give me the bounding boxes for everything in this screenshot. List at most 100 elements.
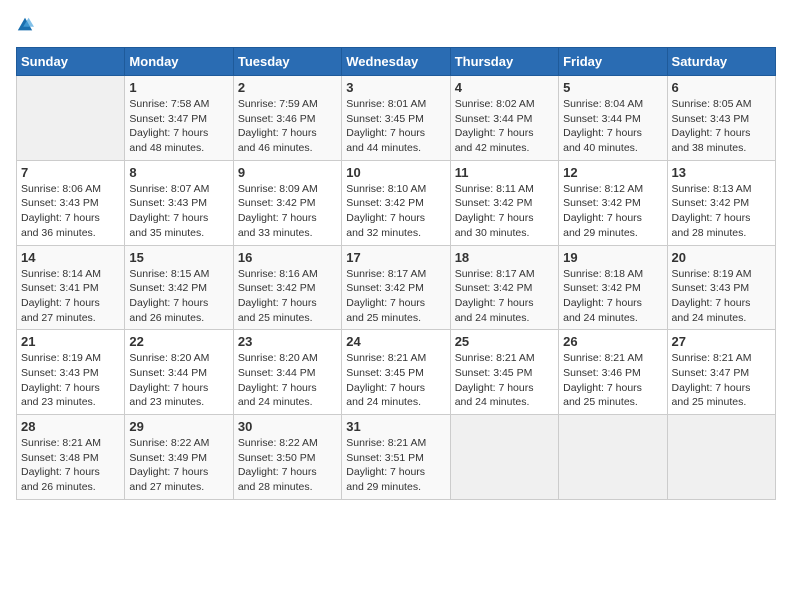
day-cell: 13 Sunrise: 8:13 AMSunset: 3:42 PMDayligh… [667, 160, 775, 245]
day-info: Sunrise: 8:19 AMSunset: 3:43 PMDaylight:… [21, 351, 120, 410]
day-cell: 28 Sunrise: 8:21 AMSunset: 3:48 PMDayligh… [17, 415, 125, 500]
day-info: Sunrise: 8:09 AMSunset: 3:42 PMDaylight:… [238, 182, 337, 241]
day-info: Sunrise: 8:21 AMSunset: 3:45 PMDaylight:… [346, 351, 445, 410]
day-cell: 14 Sunrise: 8:14 AMSunset: 3:41 PMDayligh… [17, 245, 125, 330]
day-cell: 30 Sunrise: 8:22 AMSunset: 3:50 PMDayligh… [233, 415, 341, 500]
day-info: Sunrise: 8:17 AMSunset: 3:42 PMDaylight:… [455, 267, 554, 326]
day-number: 11 [455, 165, 554, 180]
day-info: Sunrise: 8:18 AMSunset: 3:42 PMDaylight:… [563, 267, 662, 326]
day-number: 10 [346, 165, 445, 180]
day-info: Sunrise: 8:19 AMSunset: 3:43 PMDaylight:… [672, 267, 771, 326]
day-info: Sunrise: 8:22 AMSunset: 3:50 PMDaylight:… [238, 436, 337, 495]
day-info: Sunrise: 8:05 AMSunset: 3:43 PMDaylight:… [672, 97, 771, 156]
header-day-friday: Friday [559, 48, 667, 76]
day-number: 28 [21, 419, 120, 434]
day-info: Sunrise: 8:12 AMSunset: 3:42 PMDaylight:… [563, 182, 662, 241]
day-cell: 5 Sunrise: 8:04 AMSunset: 3:44 PMDaylight… [559, 76, 667, 161]
day-number: 13 [672, 165, 771, 180]
day-cell: 22 Sunrise: 8:20 AMSunset: 3:44 PMDayligh… [125, 330, 233, 415]
week-row-2: 7 Sunrise: 8:06 AMSunset: 3:43 PMDaylight… [17, 160, 776, 245]
day-number: 30 [238, 419, 337, 434]
day-info: Sunrise: 8:02 AMSunset: 3:44 PMDaylight:… [455, 97, 554, 156]
day-info: Sunrise: 7:58 AMSunset: 3:47 PMDaylight:… [129, 97, 228, 156]
calendar-table: SundayMondayTuesdayWednesdayThursdayFrid… [16, 47, 776, 500]
week-row-5: 28 Sunrise: 8:21 AMSunset: 3:48 PMDayligh… [17, 415, 776, 500]
day-info: Sunrise: 8:16 AMSunset: 3:42 PMDaylight:… [238, 267, 337, 326]
day-cell [450, 415, 558, 500]
day-cell: 12 Sunrise: 8:12 AMSunset: 3:42 PMDayligh… [559, 160, 667, 245]
day-number: 6 [672, 80, 771, 95]
day-number: 29 [129, 419, 228, 434]
day-cell: 10 Sunrise: 8:10 AMSunset: 3:42 PMDayligh… [342, 160, 450, 245]
day-number: 2 [238, 80, 337, 95]
day-info: Sunrise: 8:11 AMSunset: 3:42 PMDaylight:… [455, 182, 554, 241]
day-cell: 3 Sunrise: 8:01 AMSunset: 3:45 PMDaylight… [342, 76, 450, 161]
day-number: 21 [21, 334, 120, 349]
week-row-1: 1 Sunrise: 7:58 AMSunset: 3:47 PMDaylight… [17, 76, 776, 161]
day-number: 22 [129, 334, 228, 349]
day-cell: 29Sunrise: 8:22 AMSunset: 3:49 PMDayligh… [125, 415, 233, 500]
day-info: Sunrise: 8:14 AMSunset: 3:41 PMDaylight:… [21, 267, 120, 326]
day-cell: 11 Sunrise: 8:11 AMSunset: 3:42 PMDayligh… [450, 160, 558, 245]
day-cell: 27 Sunrise: 8:21 AMSunset: 3:47 PMDayligh… [667, 330, 775, 415]
logo [16, 16, 36, 39]
day-cell: 25 Sunrise: 8:21 AMSunset: 3:45 PMDayligh… [450, 330, 558, 415]
day-info: Sunrise: 8:20 AMSunset: 3:44 PMDaylight:… [238, 351, 337, 410]
day-cell: 20 Sunrise: 8:19 AMSunset: 3:43 PMDayligh… [667, 245, 775, 330]
day-cell: 6 Sunrise: 8:05 AMSunset: 3:43 PMDaylight… [667, 76, 775, 161]
day-number: 1 [129, 80, 228, 95]
header-day-tuesday: Tuesday [233, 48, 341, 76]
day-number: 7 [21, 165, 120, 180]
day-info: Sunrise: 8:10 AMSunset: 3:42 PMDaylight:… [346, 182, 445, 241]
day-number: 5 [563, 80, 662, 95]
day-number: 3 [346, 80, 445, 95]
day-info: Sunrise: 8:17 AMSunset: 3:42 PMDaylight:… [346, 267, 445, 326]
day-info: Sunrise: 8:07 AMSunset: 3:43 PMDaylight:… [129, 182, 228, 241]
day-info: Sunrise: 7:59 AMSunset: 3:46 PMDaylight:… [238, 97, 337, 156]
week-row-4: 21 Sunrise: 8:19 AMSunset: 3:43 PMDayligh… [17, 330, 776, 415]
day-cell: 9 Sunrise: 8:09 AMSunset: 3:42 PMDaylight… [233, 160, 341, 245]
day-info: Sunrise: 8:04 AMSunset: 3:44 PMDaylight:… [563, 97, 662, 156]
day-info: Sunrise: 8:21 AMSunset: 3:47 PMDaylight:… [672, 351, 771, 410]
day-info: Sunrise: 8:21 AMSunset: 3:45 PMDaylight:… [455, 351, 554, 410]
day-cell: 17 Sunrise: 8:17 AMSunset: 3:42 PMDayligh… [342, 245, 450, 330]
day-number: 19 [563, 250, 662, 265]
header-day-monday: Monday [125, 48, 233, 76]
day-number: 27 [672, 334, 771, 349]
day-number: 4 [455, 80, 554, 95]
day-number: 20 [672, 250, 771, 265]
day-number: 18 [455, 250, 554, 265]
day-info: Sunrise: 8:01 AMSunset: 3:45 PMDaylight:… [346, 97, 445, 156]
day-cell: 24 Sunrise: 8:21 AMSunset: 3:45 PMDayligh… [342, 330, 450, 415]
day-cell: 2 Sunrise: 7:59 AMSunset: 3:46 PMDaylight… [233, 76, 341, 161]
day-number: 14 [21, 250, 120, 265]
header-day-sunday: Sunday [17, 48, 125, 76]
day-cell [559, 415, 667, 500]
header-day-wednesday: Wednesday [342, 48, 450, 76]
day-cell: 16Sunrise: 8:16 AMSunset: 3:42 PMDayligh… [233, 245, 341, 330]
day-info: Sunrise: 8:13 AMSunset: 3:42 PMDaylight:… [672, 182, 771, 241]
header-day-saturday: Saturday [667, 48, 775, 76]
page-header [16, 16, 776, 39]
logo-icon [16, 16, 34, 34]
day-cell: 8Sunrise: 8:07 AMSunset: 3:43 PMDaylight… [125, 160, 233, 245]
day-number: 24 [346, 334, 445, 349]
day-number: 12 [563, 165, 662, 180]
day-cell [667, 415, 775, 500]
day-info: Sunrise: 8:06 AMSunset: 3:43 PMDaylight:… [21, 182, 120, 241]
day-cell: 7 Sunrise: 8:06 AMSunset: 3:43 PMDaylight… [17, 160, 125, 245]
day-info: Sunrise: 8:21 AMSunset: 3:48 PMDaylight:… [21, 436, 120, 495]
day-info: Sunrise: 8:21 AMSunset: 3:51 PMDaylight:… [346, 436, 445, 495]
day-info: Sunrise: 8:21 AMSunset: 3:46 PMDaylight:… [563, 351, 662, 410]
day-number: 25 [455, 334, 554, 349]
day-number: 26 [563, 334, 662, 349]
day-cell: 15Sunrise: 8:15 AMSunset: 3:42 PMDayligh… [125, 245, 233, 330]
day-cell: 4 Sunrise: 8:02 AMSunset: 3:44 PMDaylight… [450, 76, 558, 161]
day-cell: 18 Sunrise: 8:17 AMSunset: 3:42 PMDayligh… [450, 245, 558, 330]
day-cell: 31Sunrise: 8:21 AMSunset: 3:51 PMDayligh… [342, 415, 450, 500]
day-number: 17 [346, 250, 445, 265]
week-row-3: 14 Sunrise: 8:14 AMSunset: 3:41 PMDayligh… [17, 245, 776, 330]
day-cell [17, 76, 125, 161]
day-number: 9 [238, 165, 337, 180]
day-info: Sunrise: 8:20 AMSunset: 3:44 PMDaylight:… [129, 351, 228, 410]
